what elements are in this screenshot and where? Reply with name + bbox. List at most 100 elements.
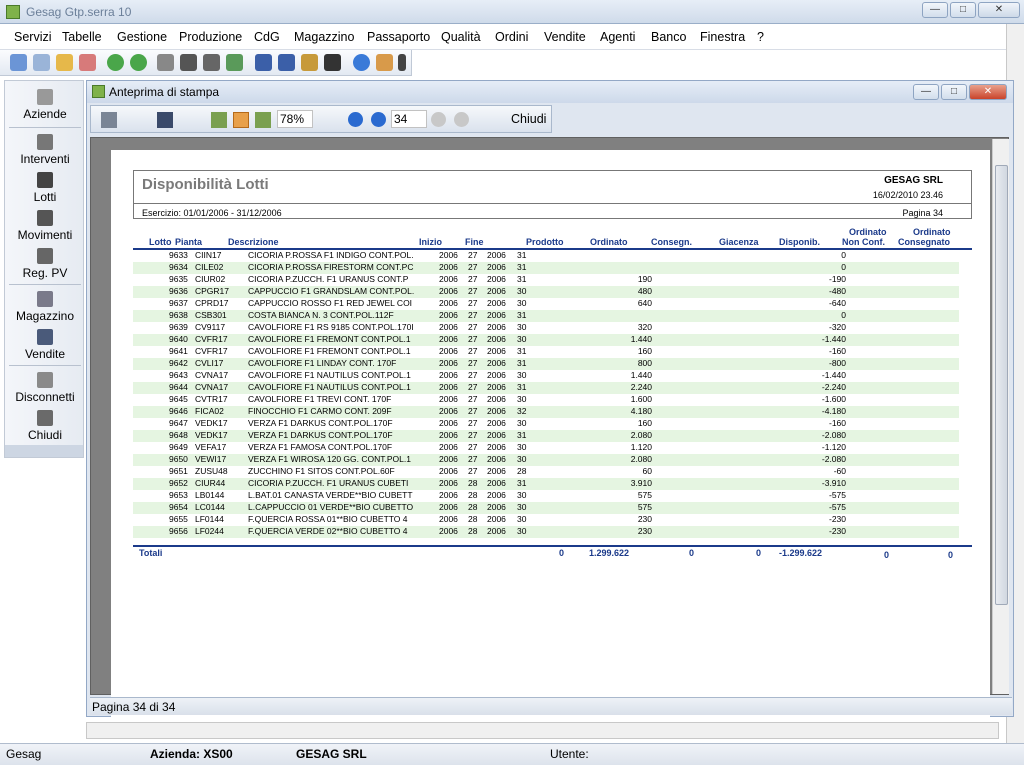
cell-iy: 2006: [439, 526, 458, 536]
cell-desc: CAPPUCCIO F1 GRANDSLAM CONT.POL.: [248, 286, 415, 296]
menu-servizi[interactable]: Servizi: [14, 30, 52, 44]
preview-close-label[interactable]: Chiudi: [511, 112, 546, 126]
page-number-input[interactable]: 34: [391, 110, 427, 128]
cell-desc: VERZA F1 FAMOSA CONT.POL.170F: [248, 442, 393, 452]
menu-vendite[interactable]: Vendite: [544, 30, 586, 44]
menu-passaporto[interactable]: Passaporto: [367, 30, 430, 44]
cell-fy: 2006: [487, 382, 506, 392]
totals-label: Totali: [139, 548, 163, 558]
menu-agenti[interactable]: Agenti: [600, 30, 635, 44]
menu-qualita[interactable]: Qualità: [441, 30, 481, 44]
menu-gestione[interactable]: Gestione: [117, 30, 167, 44]
calendar-alt-icon[interactable]: [278, 54, 295, 71]
cell-fw: 30: [517, 502, 527, 512]
menu-produzione[interactable]: Produzione: [179, 30, 242, 44]
zoom-input[interactable]: 78%: [277, 110, 313, 128]
cell-pianta: CVFR17: [195, 346, 228, 356]
cell-ord: 60: [642, 466, 652, 476]
refresh-icon[interactable]: [226, 54, 243, 71]
cell-disp: -480: [828, 286, 846, 296]
sidebar-item-disconnetti[interactable]: Disconnetti: [5, 372, 85, 404]
back-icon[interactable]: [107, 54, 124, 71]
multi-page-icon[interactable]: [255, 112, 271, 128]
toolbar-overflow-icon[interactable]: [398, 54, 406, 71]
sidebar-item-magazzino[interactable]: Magazzino: [5, 291, 85, 323]
next-page-icon[interactable]: [431, 112, 446, 127]
copy-icon[interactable]: [33, 54, 50, 71]
close-button[interactable]: ✕: [978, 2, 1020, 18]
cell-disp: 0: [841, 250, 846, 260]
cell-disp: -160: [828, 418, 846, 428]
cell-iy: 2006: [439, 346, 458, 356]
cell-fy: 2006: [487, 274, 506, 284]
cell-desc: VERZA F1 DARKUS CONT.POL.170F: [248, 430, 393, 440]
cell-disp: -230: [828, 526, 846, 536]
preview-minimize-button[interactable]: —: [913, 84, 939, 100]
sidebar-item-label: Vendite: [24, 347, 66, 361]
menu-tabelle[interactable]: Tabelle: [62, 30, 102, 44]
movimenti-tool-icon[interactable]: [203, 54, 220, 71]
report-icon[interactable]: [301, 54, 318, 71]
cell-fy: 2006: [487, 298, 506, 308]
table-row: 9647 VEDK17 VERZA F1 DARKUS CONT.POL.170F 2…: [133, 418, 959, 430]
cell-iy: 2006: [439, 442, 458, 452]
sidebar-item-vendite[interactable]: Vendite: [5, 329, 85, 361]
menu-banco[interactable]: Banco: [651, 30, 686, 44]
cell-pianta: CVNA17: [195, 382, 229, 392]
preview-maximize-button[interactable]: □: [941, 84, 967, 100]
menu-help[interactable]: ?: [757, 30, 764, 44]
window-title: Gesag Gtp.serra 10: [26, 5, 132, 19]
cell-desc: ZUCCHINO F1 SITOS CONT.POL.60F: [248, 466, 395, 476]
one-page-icon[interactable]: [211, 112, 227, 128]
cell-ord: 320: [637, 322, 652, 332]
last-page-icon[interactable]: [454, 112, 469, 127]
cell-iw: 27: [468, 250, 478, 260]
menu-ordini[interactable]: Ordini: [495, 30, 528, 44]
outer-horizontal-scrollbar[interactable]: [86, 722, 999, 739]
minimize-button[interactable]: —: [922, 2, 948, 18]
home-icon[interactable]: [10, 54, 27, 71]
print-icon[interactable]: [101, 112, 117, 128]
cell-desc: CICORIA P.ROSSA FIRESTORM CONT.PC: [248, 262, 414, 272]
calendar-icon[interactable]: [255, 54, 272, 71]
sidebar-item-movimenti[interactable]: Movimenti: [5, 210, 85, 242]
cell-disp: -800: [828, 358, 846, 368]
preview-vertical-scrollbar[interactable]: [992, 139, 1009, 694]
sidebar-item-chiudi[interactable]: Chiudi: [5, 410, 85, 442]
cell-iw: 27: [468, 286, 478, 296]
two-pages-icon[interactable]: [233, 112, 249, 128]
first-page-icon[interactable]: [348, 112, 363, 127]
menu-cdg[interactable]: CdG: [254, 30, 280, 44]
cell-iw: 27: [468, 466, 478, 476]
find-icon[interactable]: [157, 112, 173, 128]
previous-page-icon[interactable]: [371, 112, 386, 127]
cell-fy: 2006: [487, 322, 506, 332]
sidebar-item-lotti[interactable]: Lotti: [5, 172, 85, 204]
tag-icon[interactable]: [79, 54, 96, 71]
folder-icon[interactable]: [56, 54, 73, 71]
sidebar-item-aziende[interactable]: Aziende: [5, 89, 85, 121]
lotti-tool-icon[interactable]: [180, 54, 197, 71]
cell-fw: 32: [517, 406, 527, 416]
cell-iy: 2006: [439, 418, 458, 428]
info-icon[interactable]: [353, 54, 370, 71]
sidebar-item-reg-pv[interactable]: Reg. PV: [5, 248, 85, 280]
menu-finestra[interactable]: Finestra: [700, 30, 745, 44]
menu-magazzino[interactable]: Magazzino: [294, 30, 354, 44]
export-icon[interactable]: [324, 54, 341, 71]
maximize-button[interactable]: □: [950, 2, 976, 18]
cell-fy: 2006: [487, 502, 506, 512]
user-icon[interactable]: [376, 54, 393, 71]
sidebar-collapse-bar[interactable]: [5, 445, 83, 457]
sidebar: Aziende Interventi Lotti Movimenti Reg. …: [4, 80, 84, 458]
cell-fw: 31: [517, 382, 527, 392]
cell-iw: 27: [468, 262, 478, 272]
sidebar-item-interventi[interactable]: Interventi: [5, 134, 85, 166]
cell-iw: 28: [468, 526, 478, 536]
scrollbar-thumb[interactable]: [995, 165, 1008, 605]
interventi-tool-icon[interactable]: [157, 54, 174, 71]
forward-icon[interactable]: [130, 54, 147, 71]
cell-ord: 575: [637, 502, 652, 512]
preview-close-button[interactable]: ✕: [969, 84, 1007, 100]
cell-lotto: 9653: [169, 490, 188, 500]
